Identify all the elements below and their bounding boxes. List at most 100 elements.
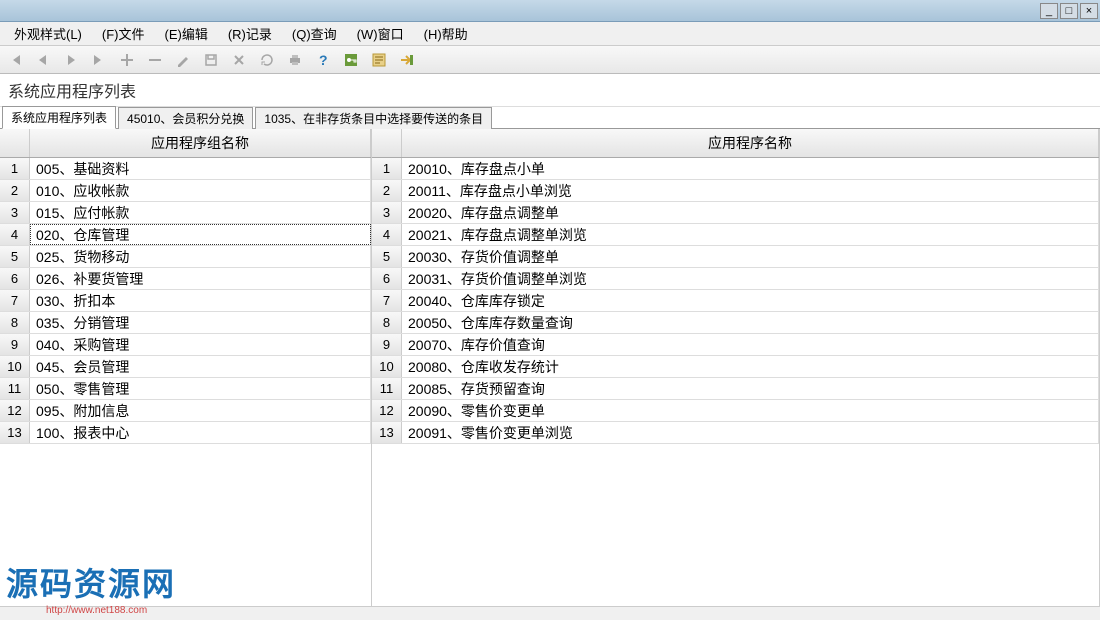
cell[interactable]: 100、报表中心 <box>30 422 371 443</box>
table-row[interactable]: 6026、补要货管理 <box>0 268 371 290</box>
row-number[interactable]: 5 <box>372 246 402 267</box>
table-row[interactable]: 820050、仓库库存数量查询 <box>372 312 1099 334</box>
table-row[interactable]: 8035、分销管理 <box>0 312 371 334</box>
table-row[interactable]: 4020、仓库管理 <box>0 224 371 246</box>
right-grid-body[interactable]: 120010、库存盘点小单220011、库存盘点小单浏览320020、库存盘点调… <box>372 158 1099 608</box>
cell[interactable]: 095、附加信息 <box>30 400 371 421</box>
cell[interactable]: 040、采购管理 <box>30 334 371 355</box>
cell[interactable]: 20021、库存盘点调整单浏览 <box>402 224 1099 245</box>
row-number[interactable]: 3 <box>372 202 402 223</box>
cell[interactable]: 20085、存货预留查询 <box>402 378 1099 399</box>
row-number[interactable]: 10 <box>0 356 30 377</box>
edit-icon[interactable] <box>172 49 194 71</box>
row-number[interactable]: 5 <box>0 246 30 267</box>
add-icon[interactable] <box>116 49 138 71</box>
table-row[interactable]: 7030、折扣本 <box>0 290 371 312</box>
row-number[interactable]: 4 <box>372 224 402 245</box>
cell[interactable]: 020、仓库管理 <box>30 224 371 245</box>
table-row[interactable]: 11050、零售管理 <box>0 378 371 400</box>
key-icon[interactable] <box>340 49 362 71</box>
row-number[interactable]: 4 <box>0 224 30 245</box>
menu-help[interactable]: (H)帮助 <box>414 22 478 45</box>
print-icon[interactable] <box>284 49 306 71</box>
cell[interactable]: 045、会员管理 <box>30 356 371 377</box>
row-number[interactable]: 2 <box>372 180 402 201</box>
row-number[interactable]: 13 <box>0 422 30 443</box>
table-row[interactable]: 920070、库存价值查询 <box>372 334 1099 356</box>
cell[interactable]: 20040、仓库库存锁定 <box>402 290 1099 311</box>
table-row[interactable]: 12095、附加信息 <box>0 400 371 422</box>
cell[interactable]: 20030、存货价值调整单 <box>402 246 1099 267</box>
row-number[interactable]: 9 <box>0 334 30 355</box>
table-row[interactable]: 1320091、零售价变更单浏览 <box>372 422 1099 444</box>
table-row[interactable]: 10045、会员管理 <box>0 356 371 378</box>
minimize-button[interactable]: _ <box>1040 3 1058 19</box>
tab-app-list[interactable]: 系统应用程序列表 <box>2 106 116 129</box>
row-number[interactable]: 8 <box>0 312 30 333</box>
cell[interactable]: 20091、零售价变更单浏览 <box>402 422 1099 443</box>
row-number[interactable]: 3 <box>0 202 30 223</box>
row-number[interactable]: 2 <box>0 180 30 201</box>
table-row[interactable]: 320020、库存盘点调整单 <box>372 202 1099 224</box>
table-row[interactable]: 9040、采购管理 <box>0 334 371 356</box>
table-row[interactable]: 720040、仓库库存锁定 <box>372 290 1099 312</box>
table-row[interactable]: 5025、货物移动 <box>0 246 371 268</box>
cell[interactable]: 030、折扣本 <box>30 290 371 311</box>
cell[interactable]: 20090、零售价变更单 <box>402 400 1099 421</box>
cell[interactable]: 050、零售管理 <box>30 378 371 399</box>
table-row[interactable]: 520030、存货价值调整单 <box>372 246 1099 268</box>
row-number[interactable]: 6 <box>0 268 30 289</box>
menu-query[interactable]: (Q)查询 <box>282 22 347 45</box>
menu-edit[interactable]: (E)编辑 <box>155 22 218 45</box>
table-row[interactable]: 120010、库存盘点小单 <box>372 158 1099 180</box>
help-icon[interactable]: ? <box>312 49 334 71</box>
table-row[interactable]: 620031、存货价值调整单浏览 <box>372 268 1099 290</box>
row-number[interactable]: 11 <box>0 378 30 399</box>
left-grid-body[interactable]: 1005、基础资料2010、应收帐款3015、应付帐款4020、仓库管理5025… <box>0 158 371 608</box>
table-row[interactable]: 2010、应收帐款 <box>0 180 371 202</box>
right-column-header[interactable]: 应用程序名称 <box>402 129 1099 157</box>
cell[interactable]: 20031、存货价值调整单浏览 <box>402 268 1099 289</box>
table-row[interactable]: 13100、报表中心 <box>0 422 371 444</box>
row-number[interactable]: 12 <box>0 400 30 421</box>
cell[interactable]: 025、货物移动 <box>30 246 371 267</box>
row-number[interactable]: 1 <box>0 158 30 179</box>
menu-window[interactable]: (W)窗口 <box>347 22 414 45</box>
table-row[interactable]: 1005、基础资料 <box>0 158 371 180</box>
cell[interactable]: 20050、仓库库存数量查询 <box>402 312 1099 333</box>
close-button[interactable]: × <box>1080 3 1098 19</box>
row-number[interactable]: 12 <box>372 400 402 421</box>
nav-next-icon[interactable] <box>60 49 82 71</box>
cancel-icon[interactable] <box>228 49 250 71</box>
cell[interactable]: 010、应收帐款 <box>30 180 371 201</box>
maximize-button[interactable]: □ <box>1060 3 1078 19</box>
row-number[interactable]: 11 <box>372 378 402 399</box>
cell[interactable]: 20010、库存盘点小单 <box>402 158 1099 179</box>
row-number[interactable]: 6 <box>372 268 402 289</box>
nav-prev-icon[interactable] <box>32 49 54 71</box>
menu-record[interactable]: (R)记录 <box>218 22 282 45</box>
cell[interactable]: 035、分销管理 <box>30 312 371 333</box>
row-number[interactable]: 1 <box>372 158 402 179</box>
table-row[interactable]: 3015、应付帐款 <box>0 202 371 224</box>
cell[interactable]: 20011、库存盘点小单浏览 <box>402 180 1099 201</box>
exit-icon[interactable] <box>396 49 418 71</box>
table-row[interactable]: 1220090、零售价变更单 <box>372 400 1099 422</box>
row-number[interactable]: 13 <box>372 422 402 443</box>
cell[interactable]: 20080、仓库收发存统计 <box>402 356 1099 377</box>
row-number[interactable]: 7 <box>372 290 402 311</box>
left-column-header[interactable]: 应用程序组名称 <box>30 129 371 157</box>
table-row[interactable]: 420021、库存盘点调整单浏览 <box>372 224 1099 246</box>
row-number[interactable]: 7 <box>0 290 30 311</box>
table-row[interactable]: 1020080、仓库收发存统计 <box>372 356 1099 378</box>
menu-file[interactable]: (F)文件 <box>92 22 155 45</box>
row-number[interactable]: 10 <box>372 356 402 377</box>
form-icon[interactable] <box>368 49 390 71</box>
delete-icon[interactable] <box>144 49 166 71</box>
cell[interactable]: 015、应付帐款 <box>30 202 371 223</box>
nav-first-icon[interactable] <box>4 49 26 71</box>
row-number[interactable]: 8 <box>372 312 402 333</box>
menu-appearance[interactable]: 外观样式(L) <box>4 22 92 45</box>
save-icon[interactable] <box>200 49 222 71</box>
row-number[interactable]: 9 <box>372 334 402 355</box>
